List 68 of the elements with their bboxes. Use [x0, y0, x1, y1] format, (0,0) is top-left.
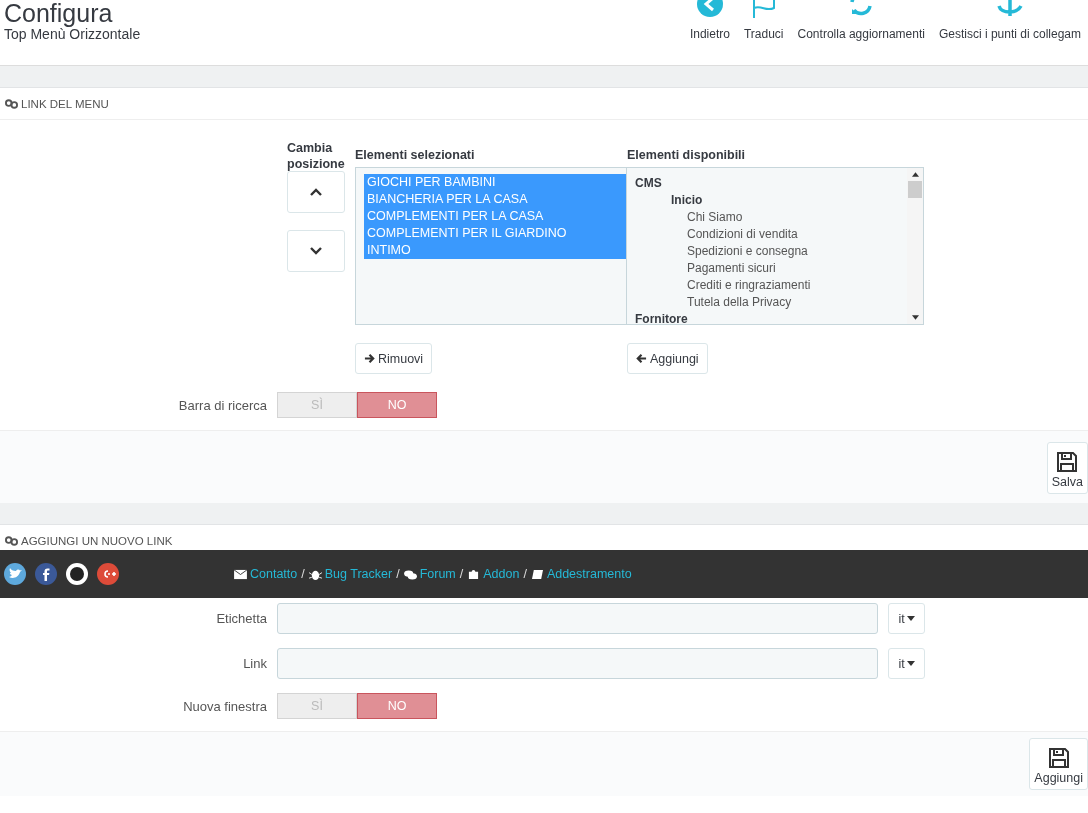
separator: /	[396, 567, 400, 581]
list-option[interactable]: Tutela della Privacy	[627, 294, 907, 311]
input-field[interactable]	[277, 603, 878, 634]
remove-button[interactable]: Rimuovi	[355, 343, 433, 374]
field-label: Link	[242, 656, 268, 671]
column-heading: Elementi disponibili	[627, 148, 746, 164]
page-title: Configura	[4, 0, 113, 27]
bug-icon	[308, 568, 322, 580]
social-network-icon	[35, 563, 57, 585]
move-up-button[interactable]	[287, 171, 345, 213]
toolbar-label: Traduci	[743, 27, 784, 41]
list-option[interactable]: CMS	[627, 175, 907, 192]
input-field[interactable]	[277, 648, 878, 679]
footer-link[interactable]: Forum	[403, 567, 456, 581]
caret-icon	[906, 616, 915, 621]
column-heading: Elementi selezionati	[355, 148, 476, 164]
add-button[interactable]: Aggiungi	[627, 343, 708, 374]
bird-icon	[4, 563, 26, 585]
social-network-icon	[97, 563, 119, 585]
toolbar-label: Indietro	[689, 27, 730, 41]
field-label: Barra di ricerca	[177, 397, 268, 413]
toolbar-label: Controlla aggiornamenti	[797, 27, 925, 41]
move-down-button[interactable]	[287, 230, 345, 272]
field-label: Etichetta	[215, 611, 268, 626]
toolbar-button[interactable]: Controlla aggiornamenti	[790, 0, 932, 41]
footer-link[interactable]: Addestramento	[530, 567, 632, 581]
chevron-up-icon	[310, 188, 322, 196]
list-option[interactable]: Condizioni di vendita	[627, 226, 907, 243]
page-subtitle: Top Menù Orizzontale	[4, 26, 141, 43]
puzzle-icon	[467, 568, 481, 580]
language-dropdown[interactable]: it	[888, 648, 925, 679]
caret-icon	[906, 661, 915, 666]
scroll-down-icon	[911, 315, 919, 320]
separator: /	[301, 567, 305, 581]
column-heading: Cambia posizione	[287, 141, 346, 173]
toolbar-button[interactable]: Traduci	[736, 0, 791, 41]
chat-icon	[403, 568, 417, 580]
list-option[interactable]: Fornitore	[627, 311, 907, 324]
list-option[interactable]: Inicio	[627, 192, 907, 209]
book-icon	[530, 568, 544, 580]
list-option[interactable]: Pagamenti sicuri	[627, 260, 907, 277]
toolbar-button[interactable]: Indietro	[682, 0, 737, 41]
available-items-list[interactable]: CMS Inicio Chi Siamo Condizioni di vendita Spedizioni e consegna Pagamenti sicuri Crediti e ringraziamenti Tutela della Privacy Fornitore	[627, 168, 923, 324]
link-icon	[5, 535, 18, 546]
scrollbar[interactable]	[907, 168, 923, 324]
panel-heading: AGGIUNGI UN NUOVO LINK	[21, 534, 173, 547]
language-dropdown[interactable]: it	[888, 603, 925, 634]
toolbar-label: Gestisci i punti di collegam	[938, 27, 1081, 41]
footer-link[interactable]: Bug Tracker	[308, 567, 393, 581]
mail-icon	[234, 568, 247, 580]
footer-link[interactable]: Contatto	[234, 567, 298, 581]
link-icon	[5, 98, 18, 109]
add-link-button[interactable]: Aggiungi	[1029, 738, 1088, 790]
scroll-up-icon	[911, 172, 919, 177]
arrow-right-icon	[364, 353, 375, 364]
footer-link[interactable]: Addon	[467, 567, 520, 581]
list-option[interactable]: Crediti e ringraziamenti	[627, 277, 907, 294]
list-option[interactable]: Chi Siamo	[627, 209, 907, 226]
separator: /	[523, 567, 527, 581]
field-label: Nuova finestra	[182, 698, 268, 714]
list-option[interactable]: Spedizioni e consegna	[627, 243, 907, 260]
separator: /	[459, 567, 464, 581]
save-button[interactable]: Salva	[1046, 442, 1088, 494]
chevron-down-icon	[310, 247, 322, 255]
arrow-left-icon	[636, 353, 647, 364]
panel-heading: LINK DEL MENU	[21, 97, 109, 110]
toolbar-button[interactable]: Gestisci i punti di collegam	[931, 0, 1088, 41]
scrollbar-thumb[interactable]	[908, 181, 922, 198]
